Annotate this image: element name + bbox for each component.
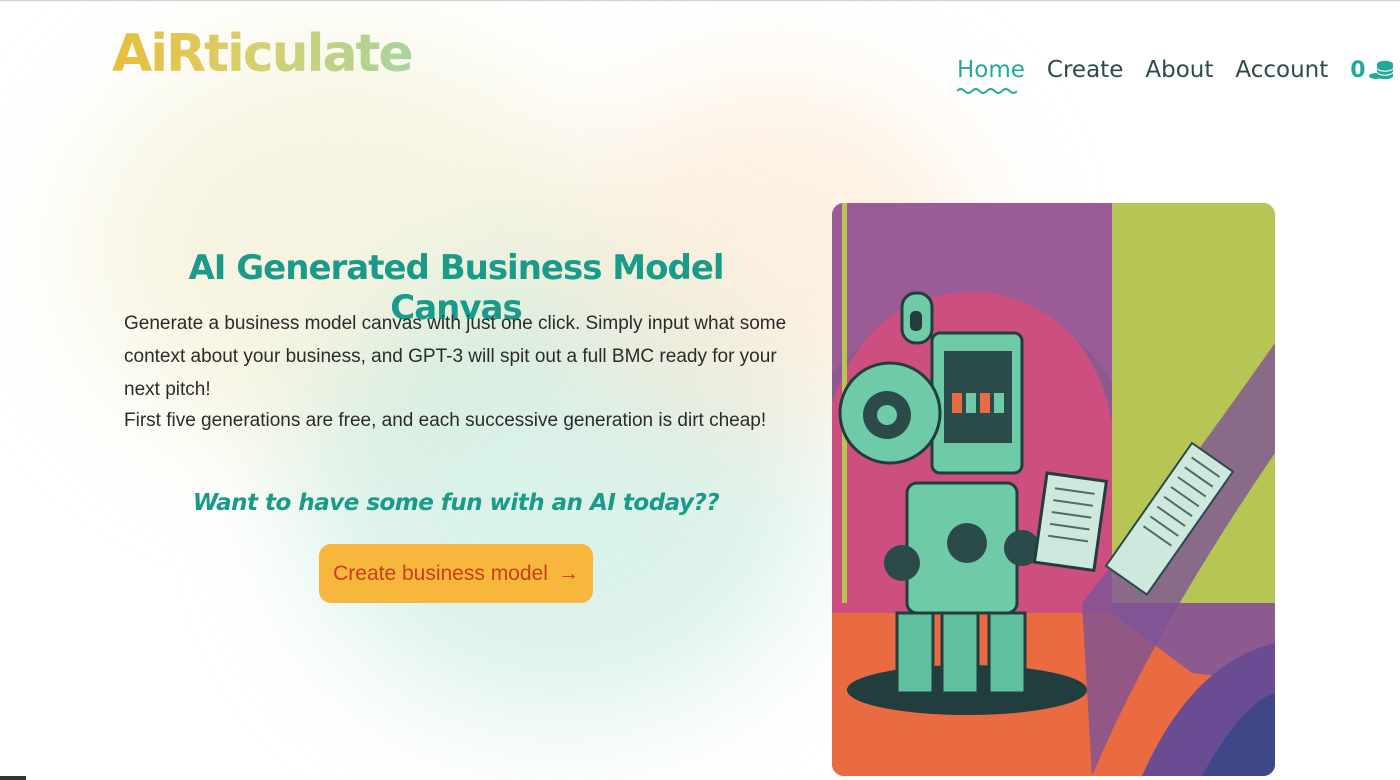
robot-reading-illustration <box>832 203 1275 776</box>
main-nav: Home Create About Account 0 <box>957 56 1395 94</box>
coins-icon <box>1368 60 1394 80</box>
create-button-label: Create business model <box>333 561 548 585</box>
pricing-note: First five generations are free, and eac… <box>124 410 767 431</box>
nav-about[interactable]: About <box>1145 57 1213 83</box>
credits-count: 0 <box>1350 57 1366 83</box>
arrow-right-icon: → <box>557 561 579 585</box>
hero-description: Generate a business model canvas with ju… <box>124 313 787 400</box>
nav-home[interactable]: Home <box>957 57 1025 94</box>
active-underline-icon <box>957 88 1017 94</box>
cta-tagline: Want to have some fun with an AI today?? <box>192 490 720 516</box>
top-border <box>0 0 1400 1</box>
credits-counter[interactable]: 0 <box>1350 56 1394 84</box>
nav-create[interactable]: Create <box>1047 57 1123 83</box>
nav-home-label: Home <box>957 57 1025 83</box>
nav-account[interactable]: Account <box>1235 57 1328 83</box>
logo[interactable]: AiRticulate <box>112 24 414 84</box>
create-business-model-button[interactable]: Create business model → <box>319 544 593 603</box>
bottom-edge <box>0 776 26 780</box>
